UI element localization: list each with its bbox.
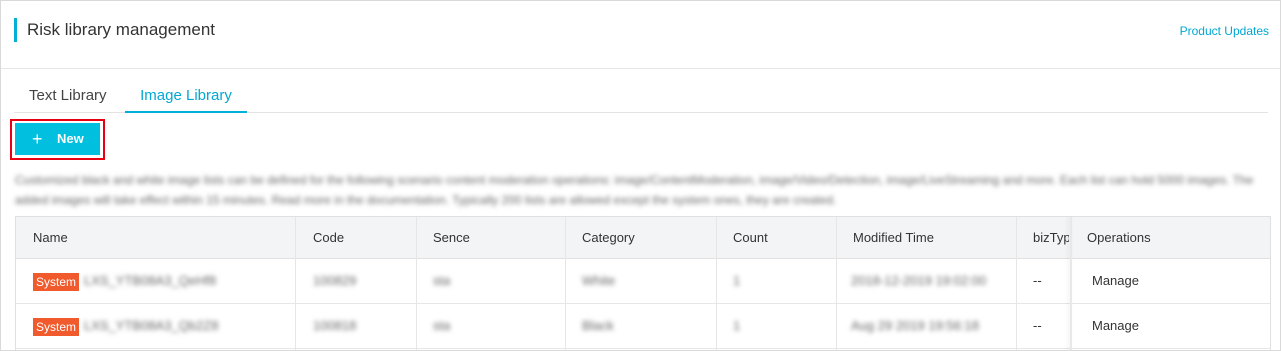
- title-accent-bar: [14, 18, 17, 42]
- manage-link[interactable]: Manage: [1092, 318, 1139, 334]
- system-badge: System: [33, 318, 80, 336]
- row-category: Black: [582, 318, 614, 333]
- product-updates-link[interactable]: Product Updates: [1180, 23, 1269, 39]
- row-count: 1: [733, 273, 741, 288]
- row-code: 100818: [313, 318, 357, 333]
- tab-image-library[interactable]: Image Library: [125, 82, 247, 113]
- row-sence: sta: [433, 318, 451, 333]
- system-badge: System: [33, 273, 80, 291]
- row-code: 100829: [313, 273, 357, 288]
- library-description: Customized black and white image lists c…: [15, 173, 1254, 207]
- page-frame: Risk library management Product Updates …: [0, 0, 1281, 351]
- plus-icon: +: [32, 129, 43, 149]
- table-row: System LXS_YTB08A3_QeHf8 100829 sta Whit…: [16, 259, 1270, 304]
- tab-text-library[interactable]: Text Library: [29, 82, 107, 113]
- table-header: Name Code Sence Category Count Modified …: [16, 217, 1270, 259]
- row-modified-time: 2018-12-2019 19:02:00: [851, 273, 987, 288]
- row-modified-time: Aug 29 2019 19:56:18: [851, 318, 979, 333]
- row-name: LXS_YTB08A3_Qb2Z8: [84, 318, 219, 333]
- column-header-code: Code: [313, 230, 345, 245]
- row-biztype: --: [1033, 273, 1042, 288]
- column-header-modified-time: Modified Time: [853, 230, 934, 245]
- table-row: System LXS_YTB08A3_Qb2Z8 100818 sta Blac…: [16, 304, 1270, 349]
- row-sence: sta: [433, 273, 451, 288]
- row-category: White: [582, 273, 616, 288]
- library-tabs: Text Library Image Library: [14, 82, 1268, 113]
- library-table: Name Code Sence Category Count Modified …: [15, 216, 1271, 350]
- column-header-count: Count: [733, 230, 768, 245]
- manage-link[interactable]: Manage: [1092, 273, 1139, 289]
- column-header-name: Name: [33, 230, 68, 245]
- row-name: LXS_YTB08A3_QeHf8: [84, 273, 217, 288]
- column-header-sence: Sence: [433, 230, 470, 245]
- new-button[interactable]: + New: [15, 123, 100, 155]
- operations-column-shadow: [1070, 217, 1072, 350]
- column-header-biztype: bizTyp: [1033, 230, 1069, 245]
- page-title: Risk library management: [27, 20, 216, 39]
- row-biztype: --: [1033, 318, 1042, 333]
- row-count: 1: [733, 318, 741, 333]
- new-button-label: New: [57, 131, 84, 146]
- column-header-operations: Operations: [1087, 230, 1151, 245]
- column-header-category: Category: [582, 230, 635, 245]
- page-header: Risk library management Product Updates: [1, 1, 1280, 69]
